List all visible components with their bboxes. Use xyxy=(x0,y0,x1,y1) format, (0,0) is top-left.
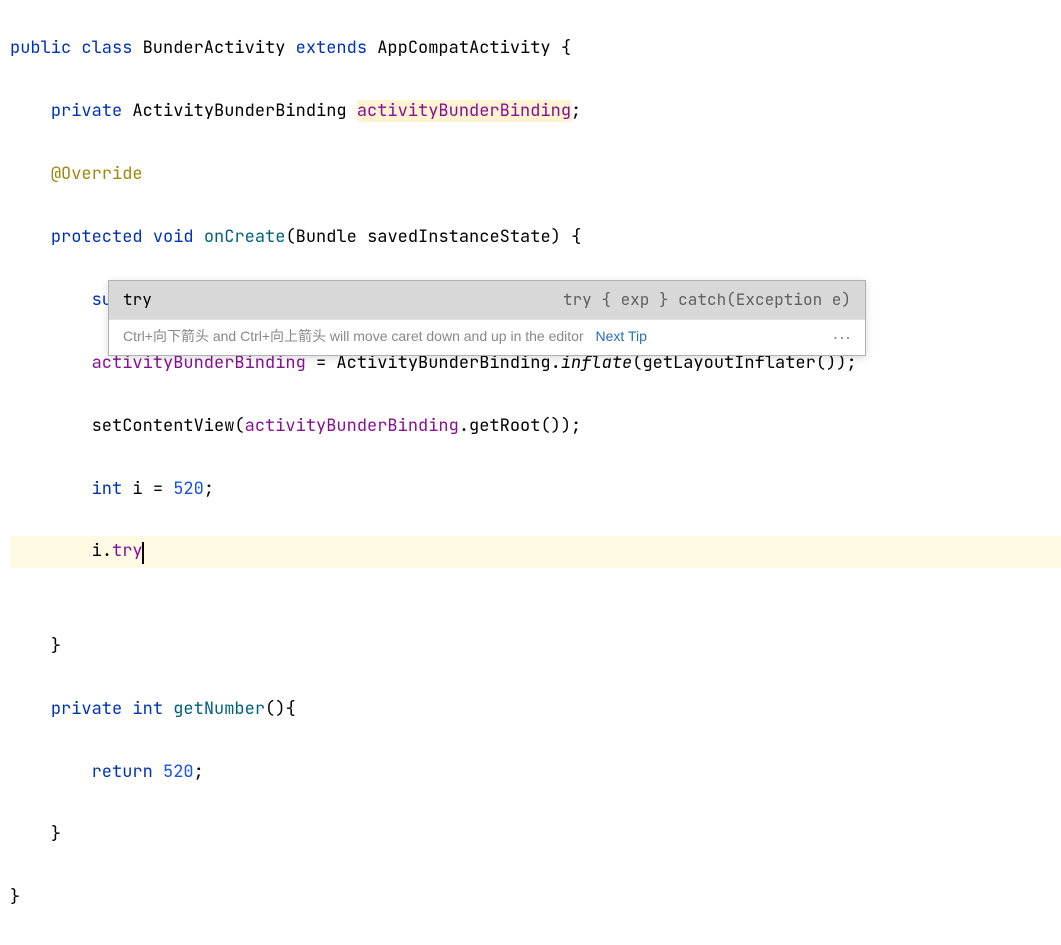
field-name: activityBunderBinding xyxy=(357,100,571,122)
var-name: i xyxy=(122,478,153,500)
parent-class: AppCompatActivity xyxy=(377,37,550,59)
semicolon: ; xyxy=(204,478,214,500)
paren-brace: ) { xyxy=(551,226,582,248)
code-line[interactable]: @Override xyxy=(10,159,1061,190)
code-line[interactable]: return 520; xyxy=(10,757,1061,788)
code-line[interactable]: setContentView(activityBunderBinding.get… xyxy=(10,411,1061,442)
autocomplete-tip-bar: Ctrl+向下箭头 and Ctrl+向上箭头 will move caret … xyxy=(109,319,865,356)
method-name: getNumber xyxy=(173,698,265,720)
type-name: ActivityBunderBinding xyxy=(132,100,346,122)
annotation: @Override xyxy=(51,163,143,185)
class-name: BunderActivity xyxy=(143,37,286,59)
try-text: try xyxy=(112,540,143,562)
keyword-class: class xyxy=(81,37,132,59)
code-line[interactable]: protected void onCreate(Bundle savedInst… xyxy=(10,222,1061,253)
code-line[interactable]: } xyxy=(10,882,1061,913)
dot: . xyxy=(459,415,469,437)
paren-brace: (){ xyxy=(265,698,296,720)
caret xyxy=(142,542,144,564)
code-editor[interactable]: public class BunderActivity extends AppC… xyxy=(0,0,1061,945)
method-name: onCreate xyxy=(204,226,286,248)
autocomplete-tip-text: Ctrl+向下箭头 and Ctrl+向上箭头 will move caret … xyxy=(123,324,647,350)
field-ref: activityBunderBinding xyxy=(245,415,459,437)
eq: = xyxy=(153,478,173,500)
keyword-extends: extends xyxy=(296,37,367,59)
keyword-private: private xyxy=(51,698,122,720)
param-type: Bundle xyxy=(296,226,357,248)
next-tip-link[interactable]: Next Tip xyxy=(596,328,647,344)
autocomplete-item-label: try xyxy=(123,285,152,315)
brace-close: } xyxy=(51,823,61,845)
brace-close: } xyxy=(51,635,61,657)
keyword-protected: protected xyxy=(51,226,143,248)
param-name: savedInstanceState xyxy=(367,226,551,248)
autocomplete-popup[interactable]: try try { exp } catch(Exception e) Ctrl+… xyxy=(108,280,866,356)
code-line-empty[interactable] xyxy=(10,568,1061,599)
code-line[interactable]: int i = 520; xyxy=(10,474,1061,505)
paren: ( xyxy=(285,226,295,248)
autocomplete-item[interactable]: try try { exp } catch(Exception e) xyxy=(109,281,865,319)
code-line-current[interactable]: i.try xyxy=(10,536,1061,567)
close: ()); xyxy=(540,415,581,437)
keyword-void: void xyxy=(153,226,194,248)
keyword-public: public xyxy=(10,37,71,59)
code-line[interactable]: public class BunderActivity extends AppC… xyxy=(10,33,1061,64)
var-ref: i xyxy=(92,540,102,562)
keyword-private: private xyxy=(51,100,122,122)
keyword-int: int xyxy=(92,478,123,500)
keyword-return: return xyxy=(92,761,153,783)
code-line[interactable]: } xyxy=(10,819,1061,850)
number-literal: 520 xyxy=(173,478,204,500)
keyword-int: int xyxy=(132,698,163,720)
semicolon: ; xyxy=(571,100,581,122)
code-line[interactable]: private ActivityBunderBinding activityBu… xyxy=(10,96,1061,127)
brace: { xyxy=(551,37,571,59)
dot: . xyxy=(102,540,112,562)
semicolon: ; xyxy=(194,761,204,783)
brace-close: } xyxy=(10,886,20,908)
more-icon[interactable]: ⋮ xyxy=(833,329,851,345)
number-literal: 520 xyxy=(163,761,194,783)
paren: ( xyxy=(234,415,244,437)
code-line[interactable]: } xyxy=(10,631,1061,662)
method-call: setContentView xyxy=(92,415,235,437)
method-call: getRoot xyxy=(469,415,540,437)
code-line[interactable]: private int getNumber(){ xyxy=(10,694,1061,725)
autocomplete-item-hint: try { exp } catch(Exception e) xyxy=(563,285,851,315)
